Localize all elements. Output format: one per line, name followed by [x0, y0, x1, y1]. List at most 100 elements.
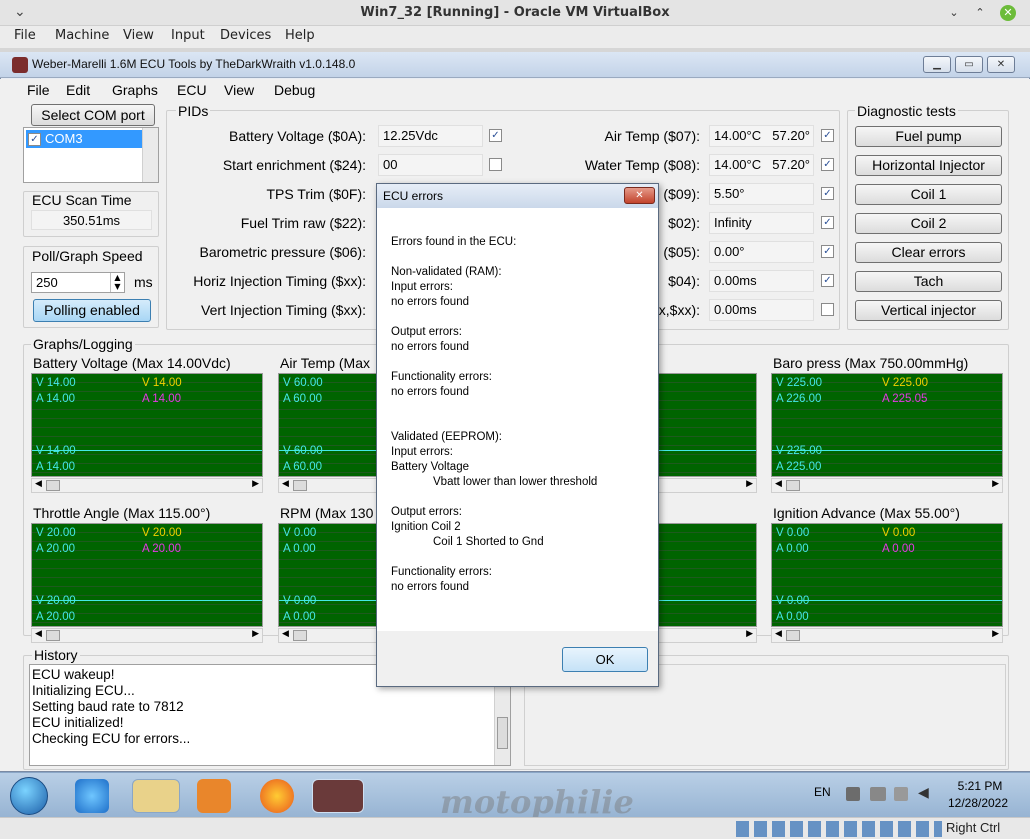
scroll-thumb[interactable]: [46, 480, 60, 491]
pid-battery-voltage-checkbox[interactable]: ✓: [489, 129, 502, 142]
scroll-right-icon[interactable]: ▶: [746, 629, 753, 639]
host-menu-input[interactable]: Input: [171, 28, 205, 43]
pid-air-temp-checkbox[interactable]: ✓: [821, 129, 834, 142]
app-menu-debug[interactable]: Debug: [274, 82, 315, 98]
app-menu-view[interactable]: View: [224, 82, 254, 98]
dialog-line: Input errors:: [391, 446, 453, 458]
com-port-list[interactable]: ✓ COM3: [23, 127, 159, 183]
graph-title: Baro press (Max 750.00mmHg): [773, 355, 969, 371]
scroll-right-icon[interactable]: ▶: [992, 479, 999, 489]
graph-value-a: A 14.00: [36, 393, 76, 405]
graph-panel: Baro press (Max 750.00mmHg) V 225.00 V 225…: [769, 353, 1013, 495]
host-menu-file[interactable]: File: [14, 28, 36, 43]
clear-errors-button[interactable]: Clear errors: [855, 242, 1002, 263]
media-player-icon[interactable]: [197, 779, 231, 813]
graph-scrollbar[interactable]: ◀▶: [771, 478, 1003, 493]
firefox-icon[interactable]: [260, 779, 294, 813]
host-minimize-icon[interactable]: ⌄: [946, 5, 962, 21]
scroll-left-icon[interactable]: ◀: [282, 479, 289, 489]
host-maximize-icon[interactable]: ⌃: [972, 5, 988, 21]
com-port-item[interactable]: ✓ COM3: [26, 130, 143, 148]
scroll-right-icon[interactable]: ▶: [992, 629, 999, 639]
app-menu-file[interactable]: File: [27, 82, 50, 98]
fuel-pump-button[interactable]: Fuel pump: [855, 126, 1002, 147]
tach-button[interactable]: Tach: [855, 271, 1002, 292]
dialog-footer: OK: [377, 631, 658, 686]
app-menu-edit[interactable]: Edit: [66, 82, 90, 98]
file-explorer-icon[interactable]: [132, 779, 180, 813]
ecu-tools-taskbar-icon[interactable]: [312, 779, 364, 813]
graph-value-v: V 225.00: [776, 377, 823, 389]
scroll-right-icon[interactable]: ▶: [252, 479, 259, 489]
tray-power-icon[interactable]: [894, 787, 908, 801]
pid-start-enrichment-value: 00: [378, 154, 483, 176]
internet-explorer-icon[interactable]: [75, 779, 109, 813]
dialog-close-icon[interactable]: ✕: [624, 187, 655, 204]
pid-right-6-checkbox[interactable]: ✓: [821, 274, 834, 287]
graph-scrollbar[interactable]: ◀▶: [31, 478, 263, 493]
coil-1-button[interactable]: Coil 1: [855, 184, 1002, 205]
scroll-thumb[interactable]: [46, 630, 60, 641]
tray-volume-icon[interactable]: ◀: [918, 785, 929, 801]
poll-speed-spinner[interactable]: ▲ ▼: [110, 273, 124, 292]
scroll-left-icon[interactable]: ◀: [282, 629, 289, 639]
host-menu-view[interactable]: View: [123, 28, 154, 43]
history-lines: ECU wakeup! Initializing ECU... Setting …: [32, 667, 190, 747]
language-indicator[interactable]: EN: [814, 785, 831, 799]
scroll-left-icon[interactable]: ◀: [35, 629, 42, 639]
app-minimize-icon[interactable]: ▁: [923, 56, 951, 73]
host-menu-machine[interactable]: Machine: [55, 28, 109, 43]
scroll-thumb[interactable]: [293, 480, 307, 491]
app-menu-graphs[interactable]: Graphs: [112, 82, 158, 98]
graph-value-v-max: V 0.00: [882, 527, 916, 539]
pid-right-5-checkbox[interactable]: ✓: [821, 245, 834, 258]
scroll-left-icon[interactable]: ◀: [35, 479, 42, 489]
graph-value-v-current: V 60.00: [283, 445, 323, 457]
scroll-right-icon[interactable]: ▶: [252, 629, 259, 639]
clock-date[interactable]: 12/28/2022: [946, 796, 1010, 810]
dialog-title: ECU errors: [383, 189, 444, 203]
com-list-scrollbar[interactable]: [142, 128, 158, 182]
select-com-port-button[interactable]: Select COM port: [31, 104, 155, 126]
pid-battery-voltage-value: 12.25Vdc: [378, 125, 483, 147]
vertical-injector-button[interactable]: Vertical injector: [855, 300, 1002, 321]
polling-enabled-button[interactable]: Polling enabled: [33, 299, 151, 322]
coil-2-button[interactable]: Coil 2: [855, 213, 1002, 234]
pid-right-4-label: $02):: [668, 215, 700, 231]
graph-scrollbar[interactable]: ◀▶: [771, 628, 1003, 643]
tray-action-center-icon[interactable]: [846, 787, 860, 801]
ok-button[interactable]: OK: [562, 647, 648, 672]
clock-time[interactable]: 5:21 PM: [950, 779, 1010, 793]
graph-value-a-max: A 0.00: [882, 543, 915, 555]
graph-value-a-current: A 60.00: [283, 461, 323, 473]
pid-right-4-checkbox[interactable]: ✓: [821, 216, 834, 229]
host-device-icons[interactable]: [736, 821, 942, 837]
start-button-icon[interactable]: [10, 777, 48, 815]
scroll-thumb[interactable]: [293, 630, 307, 641]
pid-right-3-checkbox[interactable]: ✓: [821, 187, 834, 200]
tray-network-icon[interactable]: [870, 787, 886, 801]
scroll-left-icon[interactable]: ◀: [775, 629, 782, 639]
graph-scrollbar[interactable]: ◀▶: [31, 628, 263, 643]
graph-value-a-current: A 0.00: [283, 611, 316, 623]
pid-right-7-checkbox[interactable]: [821, 303, 834, 316]
pid-right-6-value: 0.00ms: [709, 270, 814, 292]
pid-water-temp-checkbox[interactable]: ✓: [821, 158, 834, 171]
scroll-right-icon[interactable]: ▶: [746, 479, 753, 489]
app-close-icon[interactable]: ✕: [987, 56, 1015, 73]
scroll-left-icon[interactable]: ◀: [775, 479, 782, 489]
pid-start-enrichment-checkbox[interactable]: [489, 158, 502, 171]
host-menu-help[interactable]: Help: [285, 28, 315, 43]
app-menu-ecu[interactable]: ECU: [177, 82, 207, 98]
graph-value-a-current: A 225.00: [776, 461, 822, 473]
host-menu-devices[interactable]: Devices: [220, 28, 271, 43]
graphs-logging-label: Graphs/Logging: [31, 336, 135, 352]
host-key-label: Right Ctrl: [946, 820, 1001, 835]
app-maximize-icon[interactable]: ▭: [955, 56, 983, 73]
scroll-thumb[interactable]: [786, 630, 800, 641]
scroll-thumb[interactable]: [786, 480, 800, 491]
com-port-checkbox[interactable]: ✓: [28, 133, 41, 146]
horizontal-injector-button[interactable]: Horizontal Injector: [855, 155, 1002, 176]
host-close-icon[interactable]: ✕: [1000, 5, 1016, 21]
history-scroll-thumb[interactable]: [497, 717, 508, 749]
